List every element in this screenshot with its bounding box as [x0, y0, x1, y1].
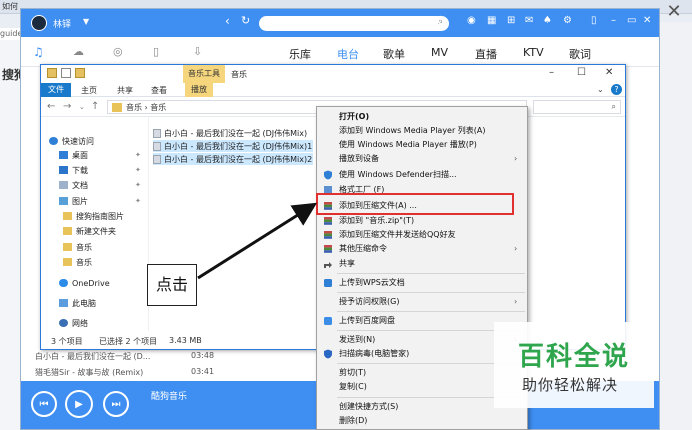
- watermark-subtitle: 助你轻松解决: [522, 376, 619, 394]
- watermark: 百科全说 助你轻松解决: [494, 322, 654, 408]
- callout-label: 点击: [147, 264, 197, 306]
- watermark-title: 百科全说: [518, 342, 631, 372]
